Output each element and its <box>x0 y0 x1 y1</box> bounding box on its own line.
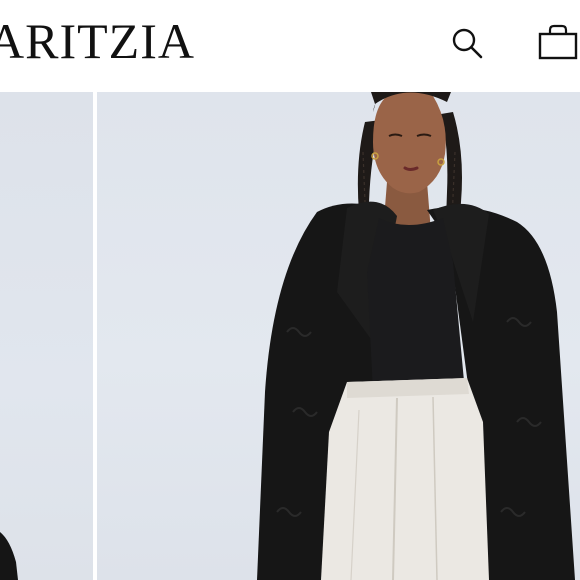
search-icon <box>452 28 483 59</box>
shopping-bag-icon <box>538 24 578 60</box>
model-photo <box>257 92 575 580</box>
product-image-previous[interactable] <box>0 92 93 580</box>
shopping-bag-button[interactable] <box>532 22 580 64</box>
product-image-carousel[interactable] <box>0 92 580 580</box>
product-image-faux-fur-coat[interactable] <box>97 92 580 580</box>
search-button[interactable] <box>446 22 488 64</box>
site-header: ARITZIA <box>0 0 580 92</box>
brand-logo[interactable]: ARITZIA <box>0 10 195 72</box>
